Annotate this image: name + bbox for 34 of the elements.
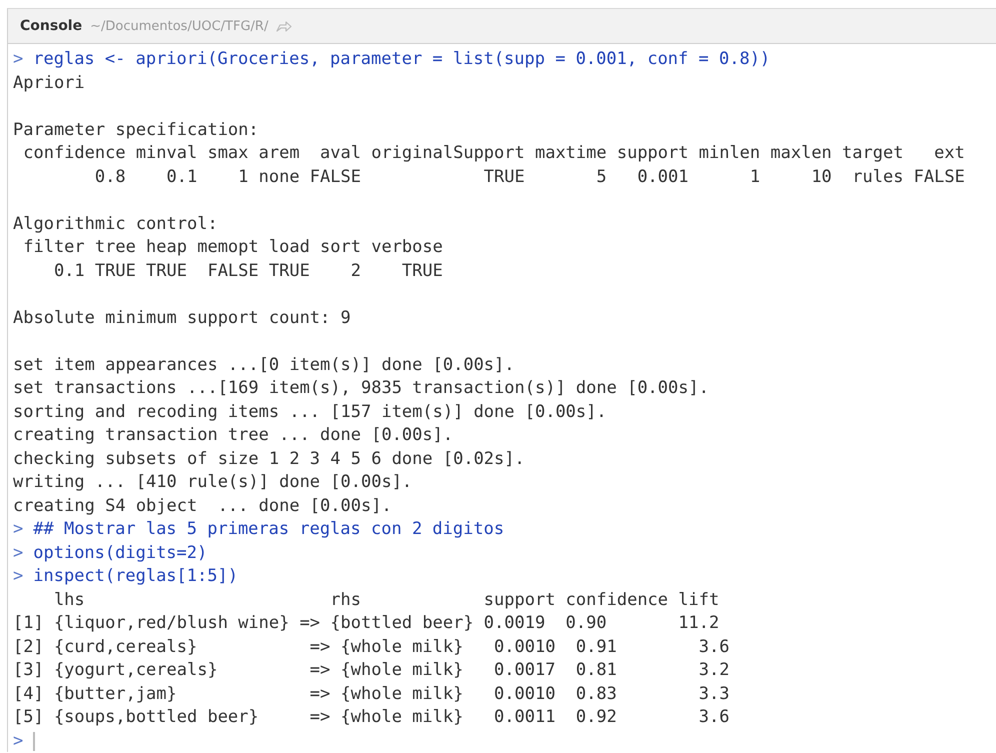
- prompt-symbol: >: [13, 730, 24, 752]
- output-line: set transactions ...[169 item(s), 9835 transaction(s)] done [0.00s].: [13, 377, 709, 400]
- output-line: [5] {soups,bottled beer} => {whole milk} 0.0011 0.92 3.6: [13, 706, 730, 729]
- prompt-symbol: >: [13, 48, 24, 71]
- prompt-symbol: >: [13, 565, 24, 588]
- command-text: ## Mostrar las 5 primeras reglas con 2 digitos: [33, 518, 504, 541]
- output-line: filter tree heap memopt load sort verbose: [22, 236, 443, 259]
- output-line: [3] {yogurt,cereals} => {whole milk} 0.0017 0.81 3.2: [13, 659, 730, 682]
- output-line: sorting and recoding items ... [157 item(s)] done [0.00s].: [13, 400, 607, 424]
- output-line: [1] {liquor,red/blush wine} => {bottled beer} 0.0019 0.90 11.2: [13, 612, 720, 635]
- console-title: Console: [20, 18, 82, 34]
- output-line: confidence minval smax arem aval originalSupport maxtime support minlen maxlen target ext: [22, 142, 965, 165]
- output-line: 0.1 TRUE TRUE FALSE TRUE 2 TRUE: [52, 260, 443, 282]
- output-line: creating transaction tree ... done [0.00s].: [13, 424, 454, 447]
- output-line: lhs rhs support confidence lift: [52, 588, 720, 612]
- prompt-symbol: >: [13, 518, 24, 541]
- output-line: Algorithmic control:: [13, 212, 218, 236]
- output-line: [2] {curd,cereals} => {whole milk} 0.0010 0.91 3.6: [13, 636, 730, 658]
- prompt-symbol: >: [13, 542, 24, 564]
- output-line: checking subsets of size 1 2 3 4 5 6 done [0.02s].: [13, 448, 525, 470]
- output-line: writing ... [410 rule(s)] done [0.00s].: [13, 471, 412, 494]
- working-directory-path: ~/Documentos/UOC/TFG/R/: [90, 18, 268, 34]
- arrow-icon[interactable]: [276, 20, 292, 32]
- output-line: [4] {butter,jam} => {whole milk} 0.0010 0.83 3.3: [13, 682, 730, 706]
- text-cursor: [33, 732, 36, 751]
- output-line: 0.8 0.1 1 none FALSE TRUE 5 0.001 1 10 rules FALSE: [94, 166, 965, 188]
- output-line: Absolute minimum support count: 9: [13, 306, 351, 330]
- output-line: Parameter specification:: [13, 118, 259, 142]
- command-text: options(digits=2): [33, 542, 208, 564]
- command-text: reglas <- apriori(Groceries, parameter = list(supp = 0.001, conf = 0.8)): [33, 48, 770, 71]
- command-text: inspect(reglas[1:5]): [33, 565, 238, 588]
- output-line: creating S4 object ... done [0.00s].: [13, 494, 392, 518]
- output-line: set item appearances ...[0 item(s)] done [0.00s].: [13, 354, 515, 376]
- output-line: Apriori: [13, 72, 85, 94]
